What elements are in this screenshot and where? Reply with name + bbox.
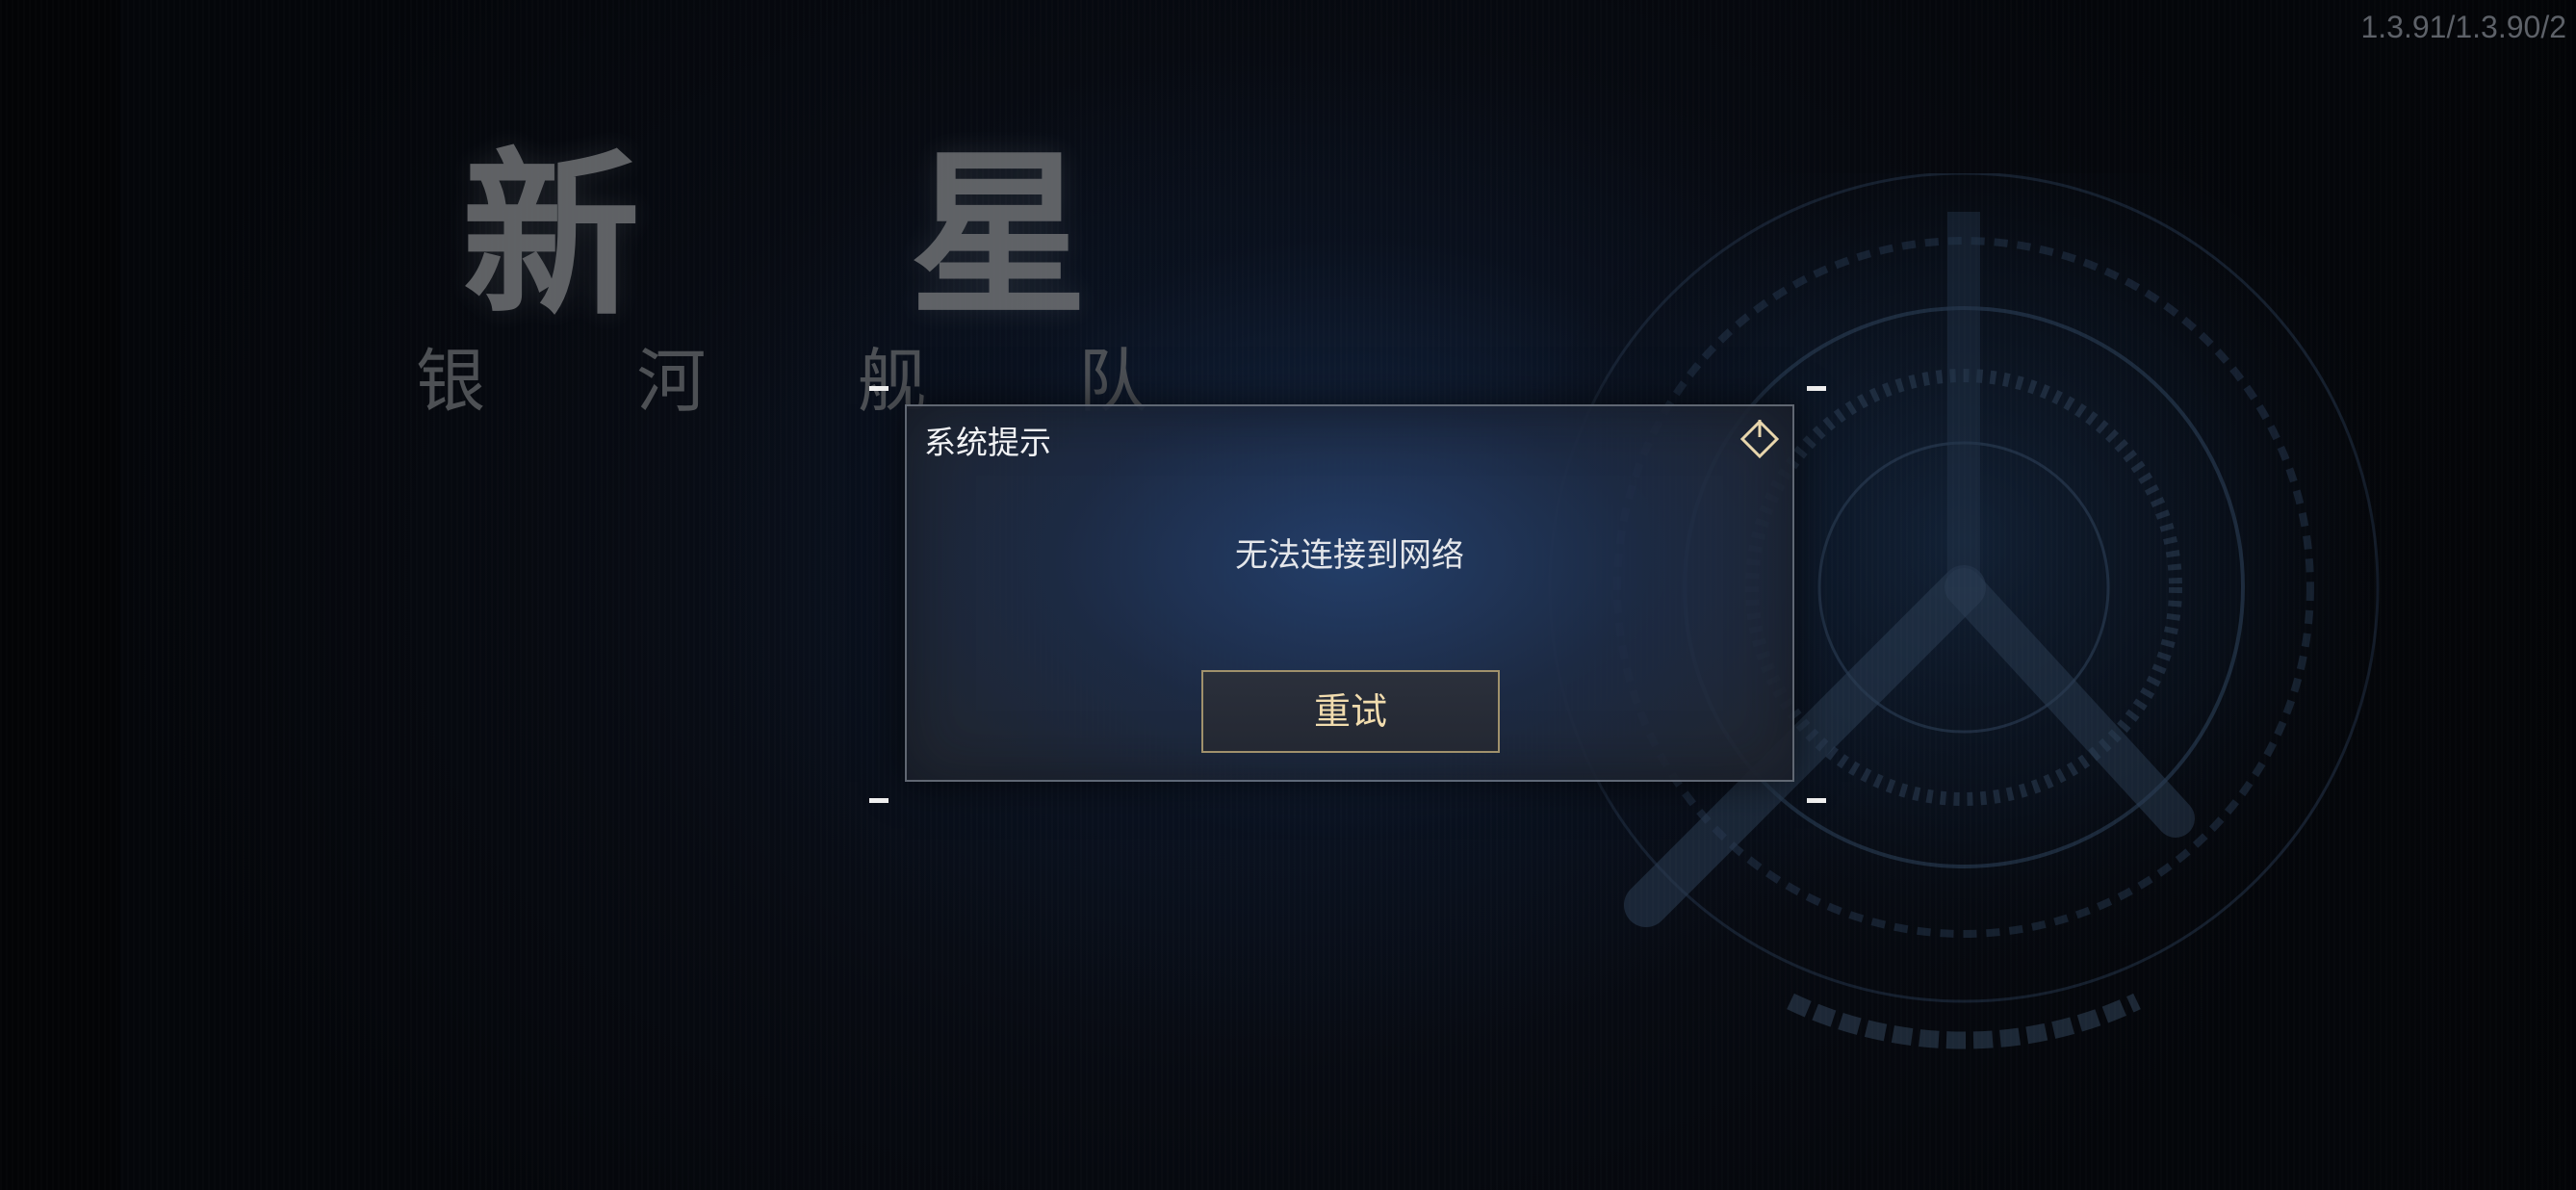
dialog-message: 无法连接到网络 (1235, 536, 1464, 575)
retry-button-label: 重试 (1313, 690, 1387, 733)
dialog-corner-mark (1807, 798, 1826, 803)
dialog-corner-mark (1807, 386, 1826, 391)
dialog-title: 系统提示 (924, 424, 1051, 461)
logo-sub-char: 河 (636, 341, 707, 422)
version-label: 1.3.91/1.3.90/2 (2360, 10, 2566, 44)
right-shade (2326, 0, 2576, 1190)
logo-char: 星 (910, 132, 1088, 340)
close-button[interactable] (1739, 418, 1781, 460)
game-screen: 1.3.91/1.3.90/2 新 星 银 河 舰 队 系统提示 无法连接到网络… (0, 0, 2576, 1190)
game-logo-title: 新 星 (462, 144, 1088, 327)
left-letterbox (0, 0, 120, 1190)
dialog-corner-mark (869, 798, 889, 803)
system-alert-dialog: 系统提示 无法连接到网络 重试 (905, 404, 1794, 782)
dialog-corner-mark (869, 386, 889, 391)
logo-char: 新 (462, 132, 640, 340)
diamond-power-icon (1739, 419, 1780, 459)
retry-button[interactable]: 重试 (1201, 670, 1500, 753)
logo-sub-char: 银 (416, 341, 486, 422)
